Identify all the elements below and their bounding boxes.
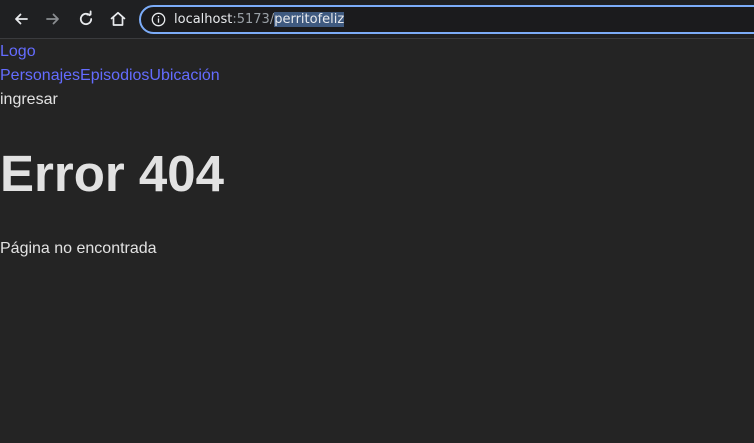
page-content: Logo PersonajesEpisodiosUbicación ingres… [0,40,754,443]
nav-link-ubicacion[interactable]: Ubicación [149,67,219,84]
arrow-left-icon [15,13,28,25]
nav-link-personajes[interactable]: Personajes [0,67,80,84]
url-port: :5173/ [232,12,275,27]
info-icon[interactable] [151,12,166,27]
arrow-right-icon [46,13,59,25]
nav-link-episodios[interactable]: Episodios [80,67,149,84]
url-path-selected: perritofeliz [274,12,345,27]
error-title: Error 404 [0,145,224,202]
forward-button[interactable] [41,7,65,31]
back-button[interactable] [9,7,33,31]
reload-button[interactable] [74,7,98,31]
url-host: localhost [174,12,233,27]
reload-icon [79,10,93,26]
login-button[interactable]: ingresar [0,88,58,112]
main-nav: PersonajesEpisodiosUbicación [0,64,220,88]
home-button[interactable] [106,7,130,31]
error-message: Página no encontrada [0,240,157,257]
browser-toolbar: localhost:5173/perritofeliz [0,0,754,39]
address-bar[interactable]: localhost:5173/perritofeliz [139,5,754,34]
logo-link[interactable]: Logo [0,40,36,64]
home-icon [110,11,126,26]
url-text[interactable]: localhost:5173/perritofeliz [174,11,345,28]
